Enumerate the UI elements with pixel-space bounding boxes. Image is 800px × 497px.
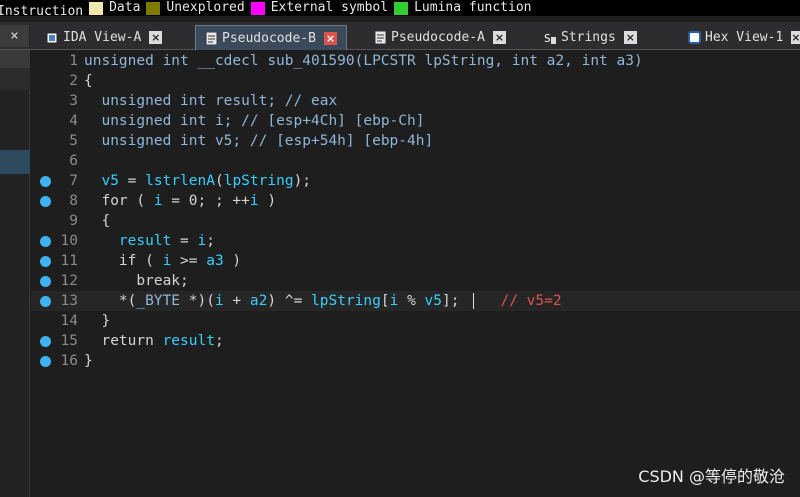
tab-close-icon[interactable]: × [791,31,800,44]
tab-label: Hex View-1 [705,30,784,45]
breakpoint-dot-icon[interactable] [40,336,51,347]
line-number: 6 [69,153,78,169]
tab-pseudocode-a[interactable]: Pseudocode-A × [365,25,523,50]
code-line[interactable]: 16} [31,351,800,371]
breakpoint-dot-icon[interactable] [40,256,51,267]
line-number: 8 [69,193,78,209]
legend-item: Data [89,0,140,16]
code-text: { [84,73,93,89]
line-number: 16 [60,353,78,369]
code-line[interactable]: 3 unsigned int result; // eax [31,91,800,111]
tab-close-icon[interactable]: × [149,31,163,44]
left-dock-row[interactable] [0,68,30,90]
tab-pseudocode-b[interactable]: Pseudocode-B × [195,25,347,50]
legend-swatch [146,1,161,15]
legend-swatch [250,1,265,15]
line-number: 14 [60,313,78,329]
tab-ida-view-a[interactable]: IDA View-A × [37,25,185,50]
breakpoint-dot-icon[interactable] [40,196,51,207]
code-text: { [84,213,111,229]
code-line[interactable]: 1 unsigned int __cdecl sub_401590(LPCSTR … [31,51,800,71]
ida-view-icon [45,31,59,45]
legend-bar: Instruction Data Unexplored External symbol… [0,0,800,16]
legend-item: Unexplored [146,0,245,16]
code-line[interactable]: 5 unsigned int v5; // [esp+54h] [ebp-4h] [31,131,800,151]
line-number: 15 [60,333,78,349]
legend-item: Lumina function [394,0,532,16]
pseudocode-icon [373,31,387,45]
left-dock-selected-row[interactable] [0,150,30,174]
code-line[interactable]: 11 if ( i >= a3 ) [31,251,800,271]
code-text: unsigned int i; // [esp+4Ch] [ebp-Ch] [101,113,425,129]
line-number: 2 [69,73,78,89]
tab-close-icon[interactable]: × [623,31,637,44]
tab-label: Pseudocode-B [222,30,316,46]
breakpoint-dot-icon[interactable] [40,296,51,307]
code-line[interactable]: 8 for ( i = 0; ; ++i ) [31,191,800,211]
tab-close-icon[interactable]: × [492,31,506,44]
left-panel-close-button[interactable]: × [0,25,30,47]
legend-label: Data [109,0,141,15]
code-line[interactable]: 7 v5 = lstrlenA(lpString); [31,171,800,191]
code-line[interactable]: 15 return result; [31,331,800,351]
code-line[interactable]: 14 } [31,311,800,331]
code-text: unsigned int __cdecl sub_401590(LPCSTR l… [84,53,643,69]
line-number: 9 [69,213,78,229]
code-line[interactable]: 6 [31,151,800,171]
line-number: 5 [69,133,78,149]
pseudocode-icon [204,31,218,45]
code-text: result = i; [118,233,215,249]
code-line[interactable]: 9 { [31,211,800,231]
line-number: 3 [69,93,78,109]
line-number: 4 [69,113,78,129]
hex-view-icon [688,31,701,45]
code-text: v5 = lstrlenA(lpString); [101,173,312,189]
legend-swatch [89,1,104,15]
code-text: } [84,353,93,369]
code-text: } [84,313,111,329]
line-number: 1 [69,53,78,69]
code-text: if ( i >= a3 ) [84,253,242,269]
tab-hex-view-1[interactable]: Hex View-1 × [680,25,800,50]
watermark: CSDN @等停的敬沧 [638,467,785,486]
code-text: return result; [84,333,224,349]
tab-label: Pseudocode-A [391,30,485,45]
code-line[interactable]: 2{ [31,71,800,91]
line-number: 7 [69,173,78,189]
code-line[interactable]: 4 unsigned int i; // [esp+4Ch] [ebp-Ch] [31,111,800,131]
code-text: break; [84,273,189,289]
legend-label: External symbol [270,0,389,15]
line-number: 10 [60,233,78,249]
line-number: 12 [60,273,78,289]
breakpoint-dot-icon[interactable] [40,176,51,187]
code-text: unsigned int v5; // [esp+54h] [ebp-4h] [101,133,434,149]
legend-swatch [394,1,409,15]
code-text: *(_BYTE *)(i + a2) ^= lpString[i % v5]; /… [84,293,562,309]
tab-label: IDA View-A [63,30,142,45]
legend-item: External symbol [250,0,389,16]
line-number: 11 [60,253,78,269]
legend-label: Lumina function [414,0,532,15]
tab-bar: × IDA View-A × Pseudocode-B × Pseudocode-A × S… [0,22,800,50]
tab-label: Strings [561,30,616,45]
pseudocode-editor[interactable]: 1 unsigned int __cdecl sub_401590(LPCSTR … [31,50,800,497]
breakpoint-dot-icon[interactable] [40,276,51,287]
tab-strings[interactable]: S Strings × [535,25,665,50]
legend-item: Instruction [0,4,83,17]
breakpoint-dot-icon[interactable] [40,236,51,247]
code-text: for ( i = 0; ; ++i ) [84,193,277,209]
left-dock-header [0,50,30,68]
tab-close-icon[interactable]: × [323,31,337,45]
breakpoint-dot-icon[interactable] [40,356,51,367]
code-line[interactable]: 13 *(_BYTE *)(i + a2) ^= lpString[i % v5… [31,291,800,311]
code-line[interactable]: 12 break; [31,271,800,291]
code-line[interactable]: 10 result = i; [31,231,800,251]
strings-icon: S [543,30,557,45]
left-dock-panel [0,50,30,497]
line-number: 13 [60,293,78,309]
code-text: unsigned int result; // eax [101,93,338,109]
legend-label: Instruction [0,3,84,17]
svg-text:S: S [544,32,551,45]
legend-label: Unexplored [166,0,245,15]
